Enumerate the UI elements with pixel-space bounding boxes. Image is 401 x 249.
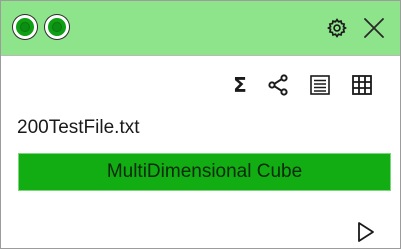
sigma-button[interactable]: Σ <box>227 72 253 98</box>
play-icon <box>358 222 374 242</box>
titlebar <box>1 1 400 56</box>
share-nodes-icon <box>268 74 288 96</box>
run-button[interactable] <box>353 219 379 245</box>
table-grid-icon <box>352 75 372 95</box>
list-button[interactable] <box>307 72 333 98</box>
sigma-icon: Σ <box>233 73 247 97</box>
settings-button[interactable] <box>323 14 351 42</box>
list-icon <box>310 75 330 95</box>
gear-icon <box>327 18 347 38</box>
close-icon <box>364 18 384 38</box>
status-dot-1[interactable] <box>13 15 37 39</box>
share-button[interactable] <box>266 72 292 98</box>
close-button[interactable] <box>360 14 388 42</box>
node-window: Σ 200TestFile.txt MultiDimensional Cube <box>0 0 401 249</box>
multidimensional-cube-button[interactable]: MultiDimensional Cube <box>18 153 391 191</box>
cube-label: MultiDimensional Cube <box>106 161 303 182</box>
file-name-label: 200TestFile.txt <box>17 117 140 138</box>
status-dot-2[interactable] <box>45 15 69 39</box>
table-button[interactable] <box>349 72 375 98</box>
